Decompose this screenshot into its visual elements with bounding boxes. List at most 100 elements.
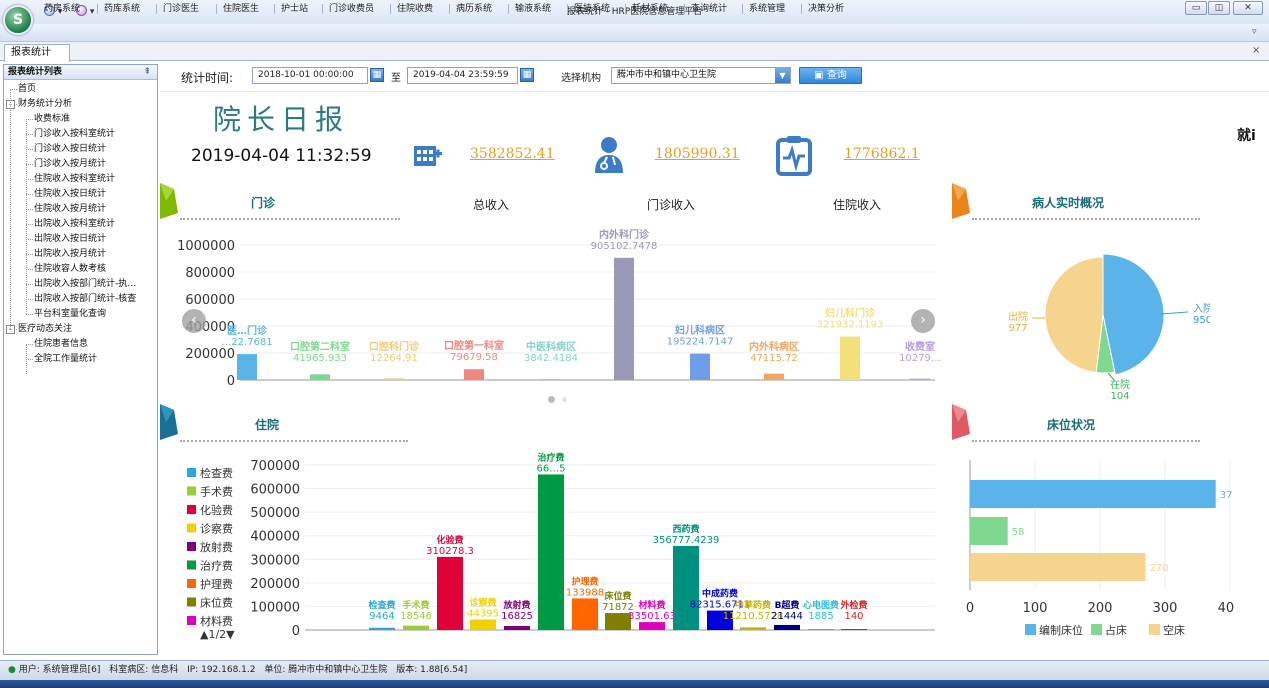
- menu-item[interactable]: 输液系统: [514, 3, 552, 16]
- menu-item[interactable]: 门诊医生: [162, 3, 200, 16]
- sidebar-item[interactable]: 门诊收入按月统计: [34, 157, 106, 172]
- bar[interactable]: [464, 369, 484, 380]
- bar[interactable]: [970, 480, 1216, 508]
- carousel-prev-button[interactable]: ‹: [182, 309, 206, 333]
- maximize-button[interactable]: ◫: [1208, 1, 1230, 15]
- legend-swatch[interactable]: [187, 468, 196, 477]
- kpi-inpatient-income[interactable]: 1776862.1: [844, 146, 920, 162]
- menu-item[interactable]: 决策分析: [807, 3, 845, 16]
- legend-swatch[interactable]: [1149, 624, 1160, 635]
- pie-slice[interactable]: [1044, 256, 1104, 374]
- bar[interactable]: [970, 517, 1008, 545]
- sidebar-item[interactable]: 门诊收入按日统计: [34, 142, 106, 157]
- sidebar-item[interactable]: 医疗动态关注: [18, 322, 72, 337]
- start-date-input[interactable]: 2018-10-01 00:00:00: [252, 67, 368, 84]
- bar[interactable]: [237, 354, 257, 380]
- bar[interactable]: [470, 619, 496, 630]
- menu-item[interactable]: 门诊收费员: [328, 3, 375, 16]
- pie-slice[interactable]: [1102, 253, 1165, 376]
- legend-swatch[interactable]: [187, 523, 196, 533]
- bar[interactable]: [614, 257, 634, 380]
- end-date-input[interactable]: 2019-04-04 23:59:59: [407, 67, 518, 84]
- chevron-down-icon[interactable]: ▼: [775, 68, 790, 83]
- menu-item[interactable]: 护士站: [280, 3, 309, 16]
- legend-swatch[interactable]: [187, 560, 196, 570]
- legend-swatch[interactable]: [187, 597, 196, 607]
- menu-item[interactable]: 耗材系统: [631, 3, 669, 16]
- carousel-next-button[interactable]: ›: [911, 309, 935, 333]
- sidebar-item[interactable]: 出院收入按部门统计-核查: [34, 292, 136, 307]
- legend-swatch[interactable]: [187, 542, 196, 551]
- sidebar-item[interactable]: 门诊收入按科室统计: [34, 127, 115, 142]
- bar[interactable]: [673, 545, 699, 630]
- legend-swatch[interactable]: [187, 579, 196, 588]
- bar[interactable]: [639, 622, 665, 630]
- legend-swatch[interactable]: [1025, 624, 1036, 635]
- menu-item[interactable]: 住院收费: [396, 3, 434, 16]
- sidebar-item[interactable]: 住院收入按科室统计: [34, 172, 115, 187]
- start-calendar-icon[interactable]: ▦: [370, 68, 384, 82]
- bar[interactable]: [808, 629, 834, 630]
- bar[interactable]: [504, 626, 530, 630]
- bar[interactable]: [369, 627, 395, 630]
- kpi-total-income[interactable]: 3582852.41: [470, 146, 555, 162]
- close-all-tabs-icon[interactable]: ×: [1252, 45, 1260, 56]
- menu-item[interactable]: 住院医生: [222, 3, 260, 16]
- menu-expand-icon[interactable]: ▿: [1252, 27, 1257, 37]
- carousel-dot[interactable]: [562, 397, 567, 402]
- sidebar-item[interactable]: 全院工作量统计: [34, 352, 97, 367]
- sidebar-item[interactable]: 出院收入按科室统计: [34, 217, 115, 232]
- bar[interactable]: [403, 625, 429, 630]
- sidebar-item[interactable]: 住院收入按月统计: [34, 202, 106, 217]
- bar[interactable]: [690, 353, 710, 380]
- sidebar-item[interactable]: 出院收入按月统计: [34, 247, 106, 262]
- legend-pager[interactable]: ▲1/2▼: [200, 628, 235, 641]
- bar[interactable]: [740, 627, 766, 630]
- sidebar-item[interactable]: 出院收入按部门统计-执…: [34, 277, 136, 292]
- y-tick-label: 100000: [250, 600, 300, 615]
- bar[interactable]: [541, 379, 561, 380]
- close-button[interactable]: ✕: [1233, 1, 1263, 15]
- bar[interactable]: [310, 374, 330, 380]
- sidebar-item[interactable]: 财务统计分析: [18, 97, 72, 112]
- carousel-dot-active[interactable]: [548, 396, 555, 403]
- bar[interactable]: [572, 598, 598, 630]
- sidebar-item[interactable]: 住院收容人数考核: [34, 262, 106, 277]
- menu-item[interactable]: 药房系统: [43, 3, 81, 16]
- bar[interactable]: [910, 378, 930, 380]
- tab-report-stats[interactable]: 报表统计 ×: [4, 44, 70, 74]
- menu-item[interactable]: 病历系统: [455, 3, 493, 16]
- sidebar-item[interactable]: 首页: [18, 82, 36, 97]
- bar[interactable]: [384, 378, 404, 380]
- sidebar-item[interactable]: 住院患者信息: [34, 337, 88, 352]
- bar-category-label: 手术费: [402, 599, 429, 611]
- sidebar-item[interactable]: 平台科室量化查询: [34, 307, 106, 322]
- legend-swatch[interactable]: [1091, 624, 1102, 635]
- query-button[interactable]: ▣ 查询: [799, 67, 862, 84]
- app-logo-icon[interactable]: S: [3, 5, 33, 35]
- bar[interactable]: [841, 629, 867, 630]
- bar[interactable]: [605, 613, 631, 630]
- legend-swatch[interactable]: [187, 505, 196, 514]
- bar[interactable]: [538, 474, 564, 630]
- menu-item[interactable]: 系统管理: [748, 3, 786, 16]
- legend-swatch[interactable]: [187, 486, 196, 496]
- kpi-outpatient-income[interactable]: 1805990.31: [655, 146, 740, 162]
- legend-swatch[interactable]: [187, 616, 196, 625]
- sidebar-item[interactable]: 出院收入按日统计: [34, 232, 106, 247]
- bar[interactable]: [840, 336, 860, 380]
- menu-item[interactable]: 查询统计: [690, 3, 728, 16]
- pin-icon[interactable]: ⇞: [143, 65, 151, 79]
- bar[interactable]: [774, 624, 800, 630]
- sidebar-item[interactable]: 住院收入按日统计: [34, 187, 106, 202]
- bar[interactable]: [437, 556, 463, 630]
- ip-value: 192.168.1.2: [201, 665, 256, 675]
- minimize-button[interactable]: ▭: [1185, 1, 1207, 15]
- org-select[interactable]: 腾冲市中和镇中心卫生院 ▼: [611, 67, 791, 84]
- bar[interactable]: [764, 373, 784, 380]
- menu-item[interactable]: 医技系统: [573, 3, 611, 16]
- menu-item[interactable]: 药库系统: [103, 3, 141, 16]
- bar[interactable]: [970, 553, 1146, 581]
- sidebar-item[interactable]: 收费标准: [34, 112, 70, 127]
- end-calendar-icon[interactable]: ▦: [520, 68, 534, 82]
